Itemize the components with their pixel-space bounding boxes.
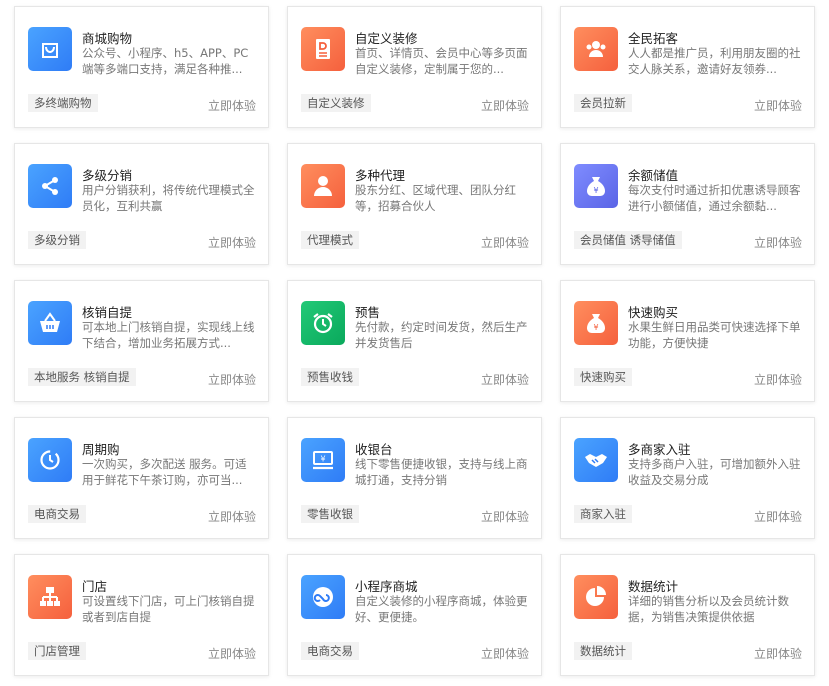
feature-card-statistics[interactable]: 数据统计 详细的销售分析以及会员统计数据，为销售决策提供依据 数据统计 立即体验: [560, 554, 815, 676]
feature-grid: 商城购物 公众号、小程序、h5、APP、PC端等多端口支持，满足各种推... 多…: [14, 6, 815, 676]
card-desc: 一次购买，多次配送 服务。可适用于鲜花下午茶订购，亦可当...: [82, 457, 247, 487]
cycle-clock-icon: [28, 438, 72, 482]
card-tag: 多终端购物: [28, 94, 98, 112]
card-desc: 水果生鲜日用品类可快速选择下单功能，方便快捷: [628, 320, 801, 350]
card-desc: 先付款，约定时间发货，然后生产并发货售后: [355, 320, 528, 350]
feature-card-custom-decoration[interactable]: 自定义装修 首页、详情页、会员中心等多页面自定义装修，定制属于您的... 自定义…: [287, 6, 542, 128]
try-now-link[interactable]: 立即体验: [208, 645, 256, 662]
cash-register-icon: ¥: [301, 438, 345, 482]
feature-card-balance-stored-value[interactable]: ¥ 余额储值 每次支付时通过折扣优惠诱导顾客进行小额储值，通过余额黏... 会员…: [560, 143, 815, 265]
feature-card-presale[interactable]: 预售 先付款，约定时间发货，然后生产并发货售后 预售收钱 立即体验: [287, 280, 542, 402]
card-desc: 详细的销售分析以及会员统计数据，为销售决策提供依据: [628, 594, 789, 624]
feature-card-agency[interactable]: 多种代理 股东分红、区域代理、团队分红等，招募合伙人 代理模式 立即体验: [287, 143, 542, 265]
group-users-icon: [574, 27, 618, 71]
card-desc: 自定义装修的小程序商城，体验更好、更便捷。: [355, 594, 528, 624]
handshake-icon: [574, 438, 618, 482]
card-tag: 本地服务 核销自提: [28, 368, 136, 386]
card-tag: 自定义装修: [301, 94, 371, 112]
svg-text:¥: ¥: [593, 186, 598, 195]
card-tag: 商家入驻: [574, 505, 632, 523]
shopping-bag-icon: [28, 27, 72, 71]
try-now-link[interactable]: 立即体验: [754, 645, 802, 662]
card-desc: 人人都是推广员，利用朋友圈的社交人脉关系，邀请好友领券...: [628, 46, 801, 76]
feature-card-quick-buy[interactable]: ¥ 快速购买 水果生鲜日用品类可快速选择下单功能，方便快捷 快速购买 立即体验: [560, 280, 815, 402]
feature-card-multi-level-distribution[interactable]: 多级分销 用户分销获利，将传统代理模式全员化，互利共赢 多级分销 立即体验: [14, 143, 269, 265]
card-tag: 代理模式: [301, 231, 359, 249]
card-tag: 数据统计: [574, 642, 632, 660]
card-tag: 零售收银: [301, 505, 359, 523]
card-tag: 门店管理: [28, 642, 86, 660]
feature-card-subscription[interactable]: 周期购 一次购买，多次配送 服务。可适用于鲜花下午茶订购，亦可当... 电商交易…: [14, 417, 269, 539]
card-desc: 每次支付时通过折扣优惠诱导顾客进行小额储值，通过余额黏...: [628, 183, 801, 213]
org-chart-icon: [28, 575, 72, 619]
money-bag-icon: ¥: [574, 164, 618, 208]
try-now-link[interactable]: 立即体验: [481, 645, 529, 662]
card-tag: 电商交易: [28, 505, 86, 523]
svg-text:¥: ¥: [320, 455, 325, 464]
try-now-link[interactable]: 立即体验: [208, 508, 256, 525]
user-icon: [301, 164, 345, 208]
try-now-link[interactable]: 立即体验: [481, 97, 529, 114]
feature-card-multi-merchant[interactable]: 多商家入驻 支持多商户入驻，可增加额外入驻收益及交易分成 商家入驻 立即体验: [560, 417, 815, 539]
card-tag: 会员储值 诱导储值: [574, 231, 682, 249]
svg-text:¥: ¥: [593, 323, 598, 332]
try-now-link[interactable]: 立即体验: [754, 508, 802, 525]
share-nodes-icon: [28, 164, 72, 208]
try-now-link[interactable]: 立即体验: [208, 97, 256, 114]
try-now-link[interactable]: 立即体验: [754, 371, 802, 388]
try-now-link[interactable]: 立即体验: [754, 97, 802, 114]
card-tag: 电商交易: [301, 642, 359, 660]
card-tag: 会员拉新: [574, 94, 632, 112]
card-desc: 股东分红、区域代理、团队分红等，招募合伙人: [355, 183, 516, 213]
feature-card-store[interactable]: 门店 可设置线下门店，可上门核销自提或者到店自提 门店管理 立即体验: [14, 554, 269, 676]
try-now-link[interactable]: 立即体验: [754, 234, 802, 251]
card-desc: 支持多商户入驻，可增加额外入驻收益及交易分成: [628, 457, 801, 487]
card-desc: 可设置线下门店，可上门核销自提或者到店自提: [82, 594, 255, 624]
alarm-clock-icon: [301, 301, 345, 345]
feature-card-mini-program-mall[interactable]: 小程序商城 自定义装修的小程序商城，体验更好、更便捷。 电商交易 立即体验: [287, 554, 542, 676]
try-now-link[interactable]: 立即体验: [481, 371, 529, 388]
try-now-link[interactable]: 立即体验: [481, 234, 529, 251]
card-tag: 多级分销: [28, 231, 86, 249]
card-desc: 可本地上门核销自提，实现线上线下结合，增加业务拓展方式...: [82, 320, 255, 350]
card-desc: 用户分销获利，将传统代理模式全员化，互利共赢: [82, 183, 255, 213]
money-bag-icon: ¥: [574, 301, 618, 345]
document-d-icon: [301, 27, 345, 71]
basket-icon: [28, 301, 72, 345]
card-desc: 线下零售便捷收银，支持与线上商城打通，支持分销: [355, 457, 528, 487]
card-desc: 首页、详情页、会员中心等多页面自定义装修，定制属于您的...: [355, 46, 528, 76]
link-icon: [301, 575, 345, 619]
feature-card-pickup-verification[interactable]: 核销自提 可本地上门核销自提，实现线上线下结合，增加业务拓展方式... 本地服务…: [14, 280, 269, 402]
feature-card-customer-expansion[interactable]: 全民拓客 人人都是推广员，利用朋友圈的社交人脉关系，邀请好友领券... 会员拉新…: [560, 6, 815, 128]
try-now-link[interactable]: 立即体验: [208, 234, 256, 251]
try-now-link[interactable]: 立即体验: [208, 371, 256, 388]
feature-card-cashier[interactable]: ¥ 收银台 线下零售便捷收银，支持与线上商城打通，支持分销 零售收银 立即体验: [287, 417, 542, 539]
feature-card-shop[interactable]: 商城购物 公众号、小程序、h5、APP、PC端等多端口支持，满足各种推... 多…: [14, 6, 269, 128]
pie-chart-icon: [574, 575, 618, 619]
card-desc: 公众号、小程序、h5、APP、PC端等多端口支持，满足各种推...: [82, 46, 249, 76]
card-tag: 快速购买: [574, 368, 632, 386]
try-now-link[interactable]: 立即体验: [481, 508, 529, 525]
card-tag: 预售收钱: [301, 368, 359, 386]
